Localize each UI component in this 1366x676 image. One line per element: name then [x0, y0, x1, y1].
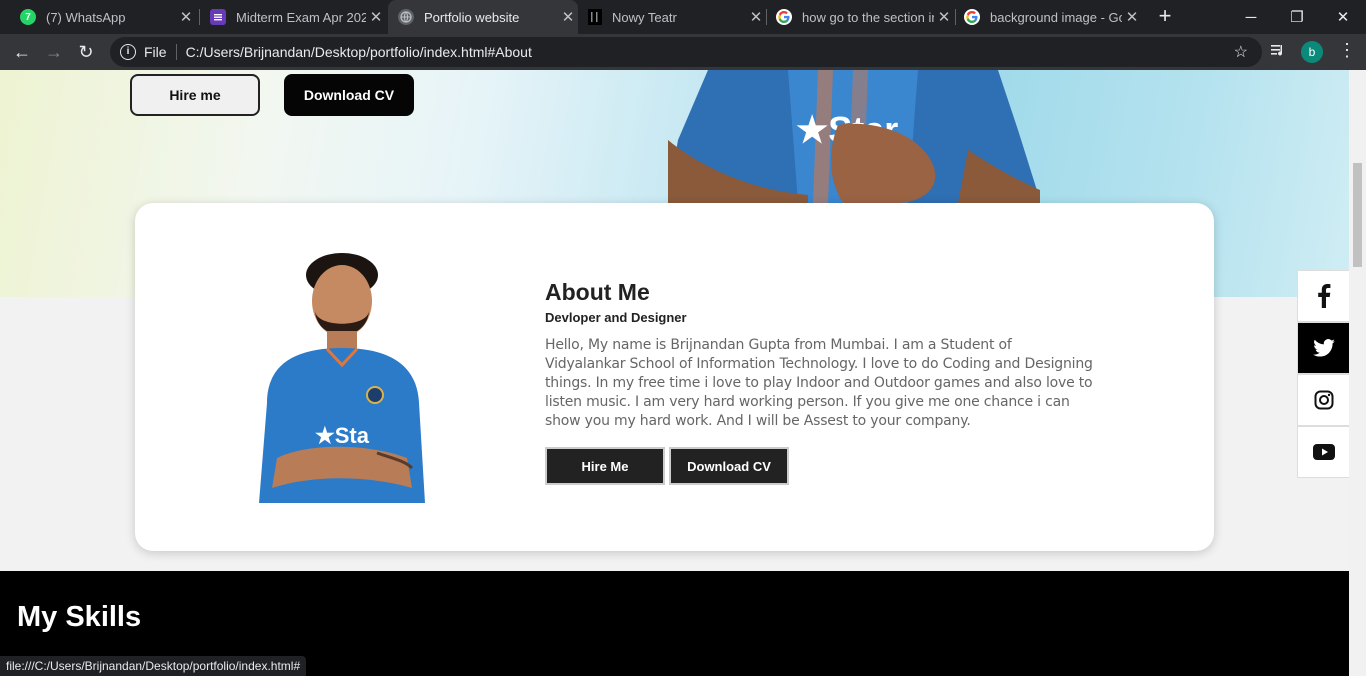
tab-nowy-teatr[interactable]: Nowy Teatr ✕: [580, 0, 766, 34]
about-card: ★Sta About Me Devloper and Designer Hell…: [135, 203, 1214, 551]
status-bar-url: file:///C:/Users/Brijnandan/Desktop/port…: [0, 656, 307, 676]
reload-icon[interactable]: ↻: [74, 40, 98, 64]
page-icon: [588, 9, 602, 25]
tab-strip: 7 (7) WhatsApp ✕ Midterm Exam Apr 2020 ✕…: [0, 0, 1366, 34]
address-bar[interactable]: i File C:/Users/Brijnandan/Desktop/portf…: [110, 37, 1262, 67]
close-tab-icon[interactable]: ✕: [558, 8, 578, 26]
tab-google-background[interactable]: background image - Go ✕: [956, 0, 1142, 34]
tab-whatsapp[interactable]: 7 (7) WhatsApp ✕: [10, 0, 196, 34]
restore-button[interactable]: ❐: [1274, 0, 1320, 34]
whatsapp-icon: 7: [20, 9, 36, 25]
about-description: Hello, My name is Brijnandan Gupta from …: [545, 337, 1093, 429]
tab-title: background image - Go: [990, 9, 1122, 25]
tab-title: how go to the section in: [802, 9, 934, 25]
about-subtitle: Devloper and Designer: [545, 310, 687, 325]
close-tab-icon[interactable]: ✕: [746, 8, 766, 26]
tab-title: (7) WhatsApp: [46, 9, 126, 25]
tab-title: Nowy Teatr: [612, 9, 677, 25]
hero-hire-button[interactable]: Hire me: [130, 74, 260, 116]
browser-toolbar: ← → ↻ i File C:/Users/Brijnandan/Desktop…: [0, 34, 1366, 70]
tab-divider: [766, 9, 767, 25]
minimize-button[interactable]: ─: [1228, 0, 1274, 34]
url-text[interactable]: C:/Users/Brijnandan/Desktop/portfolio/in…: [186, 44, 532, 60]
profile-avatar[interactable]: b: [1301, 41, 1323, 63]
globe-icon: [398, 9, 414, 25]
back-arrow-icon[interactable]: ←: [10, 40, 34, 64]
info-icon[interactable]: i: [120, 44, 136, 60]
svg-text:★Sta: ★Sta: [315, 423, 370, 448]
close-tab-icon[interactable]: ✕: [366, 8, 386, 26]
close-window-button[interactable]: ✕: [1320, 0, 1366, 34]
youtube-icon[interactable]: [1297, 426, 1349, 478]
instagram-icon[interactable]: [1297, 374, 1349, 426]
tab-google-section[interactable]: how go to the section in ✕: [768, 0, 954, 34]
close-tab-icon[interactable]: ✕: [1122, 8, 1142, 26]
profile-photo: ★Sta: [259, 253, 425, 503]
omnibox-divider: [175, 44, 177, 60]
tab-midterm[interactable]: Midterm Exam Apr 2020 ✕: [200, 0, 386, 34]
scheme-label: File: [144, 44, 167, 60]
twitter-icon[interactable]: [1297, 322, 1349, 374]
google-icon: [776, 9, 792, 25]
new-tab-button[interactable]: +: [1154, 4, 1176, 28]
tab-title: Midterm Exam Apr 2020: [236, 9, 366, 25]
bookmark-star-icon[interactable]: ☆: [1234, 42, 1248, 62]
scrollbar-thumb[interactable]: [1353, 163, 1362, 267]
tab-title: Portfolio website: [424, 9, 520, 25]
download-cv-button[interactable]: Download CV: [669, 447, 789, 485]
forward-arrow-icon[interactable]: →: [42, 40, 66, 64]
social-sidebar: [1297, 270, 1349, 478]
hero-download-cv-button[interactable]: Download CV: [284, 74, 414, 116]
page-viewport: Hire me Download CV ★Star ★Sta A: [0, 70, 1349, 676]
media-control-icon[interactable]: [1270, 42, 1286, 63]
forms-icon: [210, 9, 226, 25]
facebook-icon[interactable]: [1297, 270, 1349, 322]
close-tab-icon[interactable]: ✕: [934, 8, 954, 26]
skills-title: My Skills: [17, 601, 142, 633]
page-scrollbar[interactable]: [1349, 70, 1366, 676]
tab-portfolio[interactable]: Portfolio website ✕: [388, 0, 578, 34]
hire-me-button[interactable]: Hire Me: [545, 447, 665, 485]
hero-player-image: ★Star: [668, 70, 1040, 203]
menu-dots-icon[interactable]: ⋮: [1338, 40, 1356, 61]
google-icon: [964, 9, 980, 25]
close-tab-icon[interactable]: ✕: [176, 8, 196, 26]
about-title: About Me: [545, 279, 650, 305]
